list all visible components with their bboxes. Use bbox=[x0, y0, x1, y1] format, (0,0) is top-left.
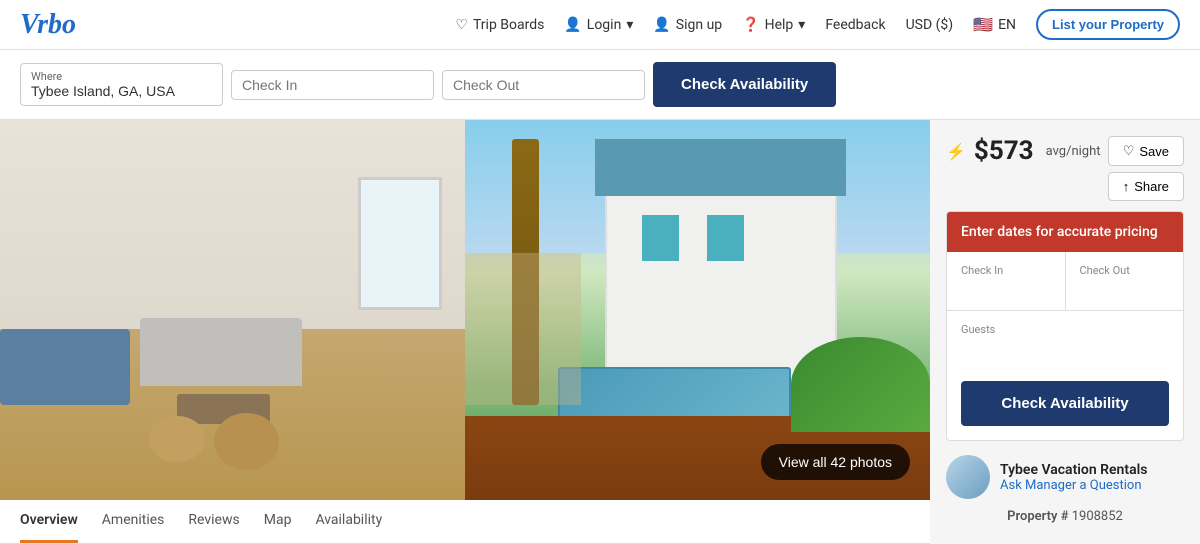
photo-gallery: View all 42 photos bbox=[0, 120, 930, 500]
tab-reviews[interactable]: Reviews bbox=[188, 500, 239, 543]
where-label: Where bbox=[31, 70, 212, 83]
tab-map[interactable]: Map bbox=[264, 500, 292, 543]
dates-banner: Enter dates for accurate pricing bbox=[947, 212, 1183, 252]
header-nav: ♡ Trip Boards 👤 Login ▾ 👤 Sign up ❓ Help… bbox=[455, 9, 1180, 40]
guests-row[interactable]: Guests bbox=[947, 311, 1183, 367]
question-icon: ❓ bbox=[742, 17, 759, 33]
checkin-label: Check In bbox=[961, 264, 1051, 277]
where-input[interactable] bbox=[31, 83, 212, 99]
guests-label: Guests bbox=[961, 323, 1169, 336]
chevron-down-icon: ▾ bbox=[626, 17, 633, 33]
search-check-availability-button[interactable]: Check Availability bbox=[653, 62, 836, 107]
property-number: Property # 1908852 bbox=[946, 509, 1184, 524]
share-icon: ↑ bbox=[1123, 179, 1130, 194]
nav-trip-boards[interactable]: ♡ Trip Boards bbox=[455, 17, 544, 33]
nav-sign-up[interactable]: 👤 Sign up bbox=[653, 17, 722, 33]
booking-fields: Check In Check Out Guests bbox=[947, 252, 1183, 367]
gallery-photo-left[interactable] bbox=[0, 120, 465, 500]
avatar-image bbox=[946, 455, 990, 499]
nav-language[interactable]: 🇺🇸 EN bbox=[973, 15, 1016, 34]
search-bar: Where Check Availability bbox=[0, 50, 1200, 120]
share-button[interactable]: ↑ Share bbox=[1108, 172, 1184, 201]
tabs-bar: Overview Amenities Reviews Map Availabil… bbox=[0, 500, 930, 544]
heart-icon: ♡ bbox=[455, 17, 468, 33]
heart-icon: ♡ bbox=[1123, 143, 1135, 159]
nav-currency[interactable]: USD ($) bbox=[906, 17, 954, 33]
ask-manager-link[interactable]: Ask Manager a Question bbox=[1000, 478, 1147, 493]
checkout-input-group bbox=[442, 70, 645, 100]
checkin-field[interactable]: Check In bbox=[947, 252, 1066, 310]
nav-help[interactable]: ❓ Help ▾ bbox=[742, 17, 805, 33]
tab-availability[interactable]: Availability bbox=[315, 500, 382, 543]
nav-login[interactable]: 👤 Login ▾ bbox=[564, 17, 633, 33]
manager-info: Tybee Vacation Rentals Ask Manager a Que… bbox=[1000, 462, 1147, 493]
header: Vrbo ♡ Trip Boards 👤 Login ▾ 👤 Sign up ❓… bbox=[0, 0, 1200, 50]
gallery-photo-right[interactable]: View all 42 photos bbox=[465, 120, 930, 500]
logo[interactable]: Vrbo bbox=[20, 9, 76, 41]
manager-row: Tybee Vacation Rentals Ask Manager a Que… bbox=[946, 455, 1184, 499]
list-property-button[interactable]: List your Property bbox=[1036, 9, 1180, 40]
nav-feedback[interactable]: Feedback bbox=[825, 17, 885, 33]
per-night: avg/night bbox=[1046, 144, 1101, 159]
tab-amenities[interactable]: Amenities bbox=[102, 500, 165, 543]
price: $573 bbox=[974, 136, 1034, 166]
flag-icon: 🇺🇸 bbox=[973, 15, 993, 34]
price-row: ⚡ $573 avg/night bbox=[946, 136, 1101, 166]
user-add-icon: 👤 bbox=[653, 17, 670, 33]
checkout-input[interactable] bbox=[453, 77, 634, 93]
property-id: 1908852 bbox=[1072, 509, 1123, 524]
lightning-icon: ⚡ bbox=[946, 142, 966, 161]
dates-row: Check In Check Out bbox=[947, 252, 1183, 311]
checkout-label: Check Out bbox=[1080, 264, 1170, 277]
tab-overview[interactable]: Overview bbox=[20, 500, 78, 543]
booking-widget: Enter dates for accurate pricing Check I… bbox=[946, 211, 1184, 441]
where-input-group: Where bbox=[20, 63, 223, 106]
user-icon: 👤 bbox=[564, 17, 581, 33]
checkin-input[interactable] bbox=[242, 77, 423, 93]
chevron-down-icon: ▾ bbox=[798, 17, 805, 33]
checkout-date-input[interactable] bbox=[1080, 281, 1170, 297]
checkout-field[interactable]: Check Out bbox=[1066, 252, 1184, 310]
guests-input[interactable] bbox=[961, 338, 1169, 354]
checkin-input-group bbox=[231, 70, 434, 100]
save-button[interactable]: ♡ Save bbox=[1108, 136, 1184, 166]
view-all-photos-button[interactable]: View all 42 photos bbox=[761, 444, 910, 480]
main-content: View all 42 photos Overview Amenities Re… bbox=[0, 120, 930, 544]
manager-avatar bbox=[946, 455, 990, 499]
check-availability-button[interactable]: Check Availability bbox=[961, 381, 1169, 426]
sidebar: ⚡ $573 avg/night ♡ Save ↑ Share Enter da… bbox=[930, 120, 1200, 544]
property-label: Property # bbox=[1007, 509, 1068, 524]
checkin-date-input[interactable] bbox=[961, 281, 1051, 297]
manager-name: Tybee Vacation Rentals bbox=[1000, 462, 1147, 478]
